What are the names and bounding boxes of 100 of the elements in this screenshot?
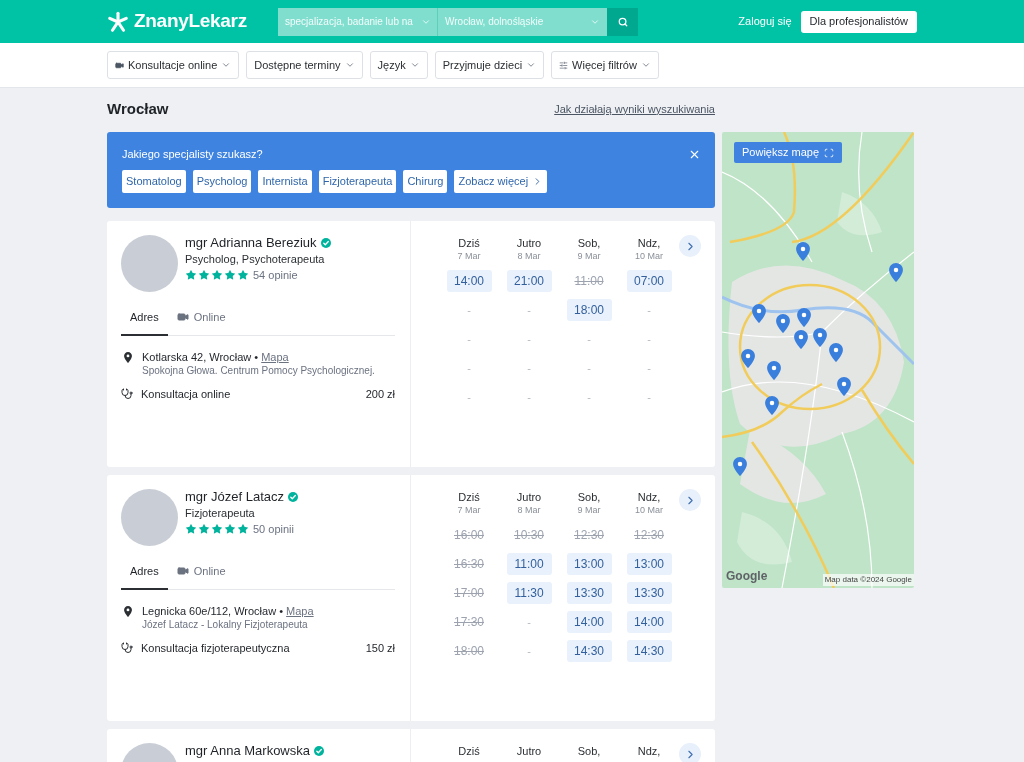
date-label: 7 Mar	[457, 504, 481, 516]
time-slot-button[interactable]: 14:30	[626, 640, 672, 662]
stethoscope-icon	[121, 388, 133, 400]
card-tab[interactable]: Online	[167, 300, 235, 336]
card-tab[interactable]: Adres	[121, 554, 168, 590]
filter-dropdown-button[interactable]: Język	[369, 51, 428, 79]
time-slot-button[interactable]: 13:30	[626, 582, 672, 604]
address-text: Kotlarska 42, Wrocław • Mapa	[142, 350, 290, 364]
star-icon	[185, 269, 197, 281]
map-pin-icon[interactable]	[794, 330, 808, 349]
time-slot-button[interactable]: 14:00	[566, 611, 612, 633]
card-tab[interactable]: Online	[167, 554, 235, 590]
unavailable-time-text: 16:00	[454, 527, 484, 544]
time-slot-button[interactable]: 21:00	[506, 270, 552, 292]
specialty-search-field[interactable]: specjalizacja, badanie lub na	[278, 7, 421, 36]
clinic-name: Spokojna Głowa. Centrum Pomocy Psychologicznej.	[142, 364, 375, 378]
specialty-button[interactable]: Internista	[258, 170, 312, 193]
filter-dropdown-button[interactable]: Przyjmuje dzieci	[434, 51, 545, 79]
doctor-name[interactable]: mgr Józef Latacz	[185, 489, 284, 505]
next-dates-button[interactable]	[679, 235, 701, 257]
map-pin-icon[interactable]	[741, 349, 755, 368]
specialties-text: Psycholog, Psychoterapeuta	[185, 252, 326, 267]
map-pin-icon[interactable]	[765, 396, 779, 415]
map-pin-icon[interactable]	[829, 343, 843, 362]
unavailable-time-text: 18:00	[454, 643, 484, 660]
no-slot-text: -	[527, 643, 531, 659]
time-slot-button[interactable]: 11:00	[506, 553, 552, 575]
next-dates-button[interactable]	[679, 489, 701, 511]
filter-dropdown-button[interactable]: Konsultacje online	[107, 51, 240, 79]
search-button[interactable]	[607, 7, 638, 36]
specialty-button[interactable]: Psycholog	[192, 170, 252, 193]
filter-dropdown-button[interactable]: Więcej filtrów	[551, 51, 659, 79]
map-pin-icon[interactable]	[733, 457, 747, 476]
specialty-button[interactable]: Stomatolog	[122, 170, 186, 193]
map-logo: Google	[726, 568, 768, 585]
no-slot-text: -	[587, 389, 591, 405]
video-camera-icon	[115, 60, 124, 70]
day-label: Sob,	[577, 236, 601, 250]
map-pin-icon[interactable]	[767, 361, 781, 380]
no-slot-text: -	[527, 389, 531, 405]
chevron-down-icon	[640, 60, 651, 70]
time-slot-button[interactable]: 13:00	[626, 553, 672, 575]
dropdown-toggle-button[interactable]	[590, 7, 607, 36]
day-label: Dziś	[458, 236, 480, 250]
day-label: Ndz,	[637, 490, 661, 504]
time-slot-button[interactable]: 07:00	[626, 270, 672, 292]
specialties-text: Fizjoterapeuta	[185, 506, 256, 521]
no-slot-text: -	[467, 331, 471, 347]
time-slot-button[interactable]: 13:00	[566, 553, 612, 575]
dropdown-toggle-button[interactable]	[421, 7, 438, 36]
star-icon	[237, 523, 249, 535]
next-dates-button[interactable]	[679, 743, 701, 762]
service-name: Konsultacja fizjoterapeutyczna	[141, 640, 290, 656]
no-slot-text: -	[467, 360, 471, 376]
map-link[interactable]: Mapa	[286, 605, 314, 617]
specialty-button[interactable]: Fizjoterapeuta	[318, 170, 397, 193]
map-link[interactable]: Mapa	[261, 351, 289, 363]
map-pin-icon[interactable]	[752, 304, 766, 323]
day-label: Dziś	[458, 744, 480, 758]
map-pin-icon[interactable]	[837, 377, 851, 396]
map-pin-icon[interactable]	[796, 242, 810, 261]
no-slot-text: -	[527, 302, 531, 318]
reviews-count[interactable]: 50 opinii	[253, 520, 294, 538]
map-pin-icon[interactable]	[797, 308, 811, 327]
unavailable-time-text: 17:30	[454, 614, 484, 631]
filter-dropdown-button[interactable]: Dostępne terminy	[246, 51, 363, 79]
chevron-down-icon	[526, 60, 537, 70]
time-slot-button[interactable]: 14:00	[446, 270, 492, 292]
day-label: Jutro	[516, 490, 542, 504]
no-slot-text: -	[467, 302, 471, 318]
doctor-name[interactable]: mgr Adrianna Bereziuk	[185, 235, 317, 251]
specialty-button[interactable]: Zobacz więcej	[454, 170, 548, 193]
map-pin-icon[interactable]	[889, 263, 903, 282]
for-professionals-button[interactable]: Dla profesjonalistów	[800, 10, 917, 33]
star-icon	[198, 523, 210, 535]
sliders-icon	[559, 60, 569, 70]
no-slot-text: -	[527, 331, 531, 347]
time-slot-button[interactable]: 13:30	[566, 582, 612, 604]
unavailable-time-text: 12:30	[634, 527, 664, 544]
star-icon	[211, 269, 223, 281]
help-link[interactable]: Jak działają wyniki wyszukiwania	[554, 100, 715, 118]
time-slot-button[interactable]: 14:30	[566, 640, 612, 662]
map-pin-icon[interactable]	[776, 314, 790, 333]
map-pin-icon[interactable]	[813, 328, 827, 347]
time-slot-button[interactable]: 11:30	[506, 582, 552, 604]
doctor-name[interactable]: mgr Anna Markowska	[185, 743, 310, 759]
no-slot-text: -	[647, 302, 651, 318]
specialty-button[interactable]: Chirurg	[403, 170, 448, 193]
star-icon	[224, 269, 236, 281]
day-label: Dziś	[458, 490, 480, 504]
enlarge-map-button[interactable]: Powiększ mapę	[734, 142, 843, 163]
location-pin-icon	[124, 606, 132, 617]
unavailable-time-text: 12:30	[574, 527, 604, 544]
reviews-count[interactable]: 54 opinie	[253, 266, 298, 284]
asterisk-logo-icon	[107, 10, 129, 33]
no-slot-text: -	[647, 389, 651, 405]
card-tab[interactable]: Adres	[121, 300, 168, 336]
time-slot-button[interactable]: 14:00	[626, 611, 672, 633]
time-slot-button[interactable]: 18:00	[566, 299, 612, 321]
chevron-down-icon	[409, 60, 420, 70]
